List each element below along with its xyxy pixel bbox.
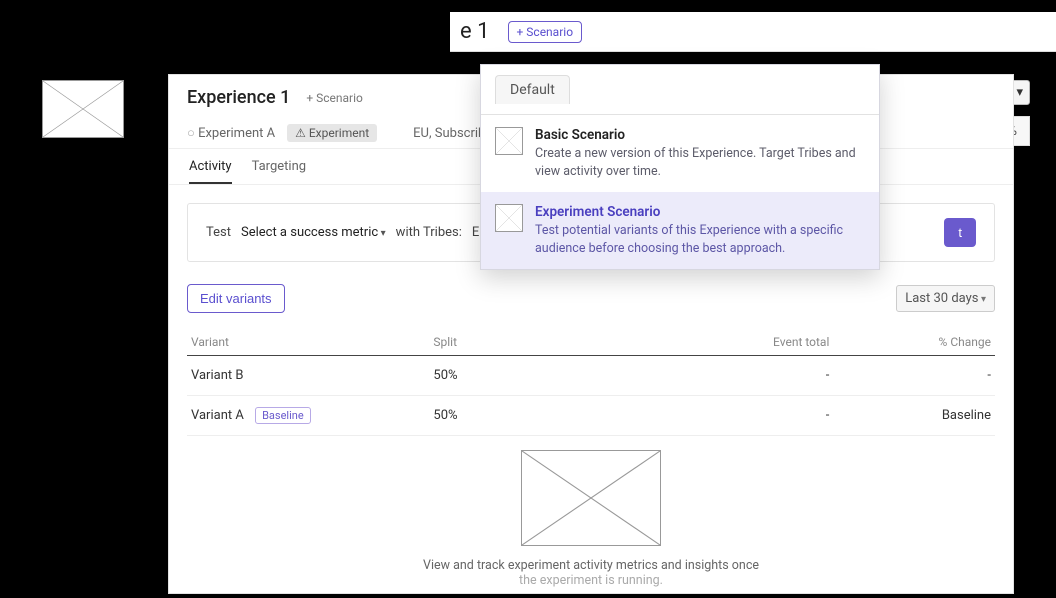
empty-state: View and track experiment activity metri… — [169, 436, 1013, 598]
variant-event-total: - — [672, 356, 834, 396]
variant-name: Variant B — [191, 368, 243, 383]
backlayer-title-fragment: e 1 — [460, 19, 490, 44]
with-tribes-label: with Tribes: — [396, 225, 462, 240]
empty-line-1: View and track experiment activity metri… — [169, 558, 1013, 573]
table-row: Variant A Baseline 50% - Baseline — [187, 396, 995, 436]
scenario-basic-icon — [495, 127, 523, 155]
scenario-default-tab[interactable]: Default — [495, 75, 570, 104]
col-event-total: Event total — [672, 329, 834, 356]
scenario-option-basic[interactable]: Basic Scenario Create a new version of t… — [481, 115, 879, 192]
col-pct-change: % Change — [833, 329, 995, 356]
variants-controls: Edit variants Last 30 days — [169, 262, 1013, 323]
variant-pct-change: Baseline — [833, 396, 995, 436]
table-row: Variant B 50% - - — [187, 356, 995, 396]
experiment-badge: ⚠ Experiment — [287, 124, 377, 142]
variant-split: 50% — [429, 356, 671, 396]
col-split: Split — [429, 329, 671, 356]
empty-illustration — [521, 450, 661, 546]
empty-line-2: the experiment is running. — [169, 573, 1013, 588]
variant-event-total: - — [672, 396, 834, 436]
tab-targeting[interactable]: Targeting — [252, 159, 306, 184]
scenario-option-experiment[interactable]: Experiment Scenario Test potential varia… — [481, 192, 879, 269]
metric-prefix: Test — [206, 225, 231, 240]
variants-table: Variant Split Event total % Change Varia… — [187, 329, 995, 436]
variant-split: 50% — [429, 396, 671, 436]
tab-activity[interactable]: Activity — [189, 159, 232, 184]
backlayer-titlebar: e 1 + Scenario — [450, 12, 1056, 52]
variant-pct-change: - — [833, 356, 995, 396]
experience-title: Experience 1 — [187, 87, 290, 108]
logo-placeholder — [42, 80, 124, 138]
baseline-badge: Baseline — [255, 407, 311, 424]
scenario-experiment-desc: Test potential variants of this Experien… — [535, 222, 865, 257]
scenario-menu: Default Basic Scenario Create a new vers… — [480, 64, 880, 270]
variant-name: Variant A — [191, 408, 244, 423]
edit-variants-button[interactable]: Edit variants — [187, 284, 285, 313]
add-scenario-pill[interactable]: + Scenario — [508, 21, 583, 43]
scenario-experiment-title: Experiment Scenario — [535, 204, 865, 220]
add-scenario-link[interactable]: + Scenario — [306, 91, 363, 105]
experiment-name[interactable]: Experiment A — [187, 125, 275, 141]
time-range-select[interactable]: Last 30 days — [896, 285, 995, 312]
success-metric-select[interactable]: Select a success metric — [241, 225, 386, 240]
chevron-down-icon: ▾ — [1013, 85, 1023, 100]
scenario-basic-desc: Create a new version of this Experience.… — [535, 145, 865, 180]
scenario-basic-title: Basic Scenario — [535, 127, 865, 143]
scenario-menu-header: Default — [481, 65, 879, 115]
col-variant: Variant — [187, 329, 429, 356]
start-experiment-button[interactable]: t — [944, 218, 976, 247]
scenario-experiment-icon — [495, 204, 523, 232]
